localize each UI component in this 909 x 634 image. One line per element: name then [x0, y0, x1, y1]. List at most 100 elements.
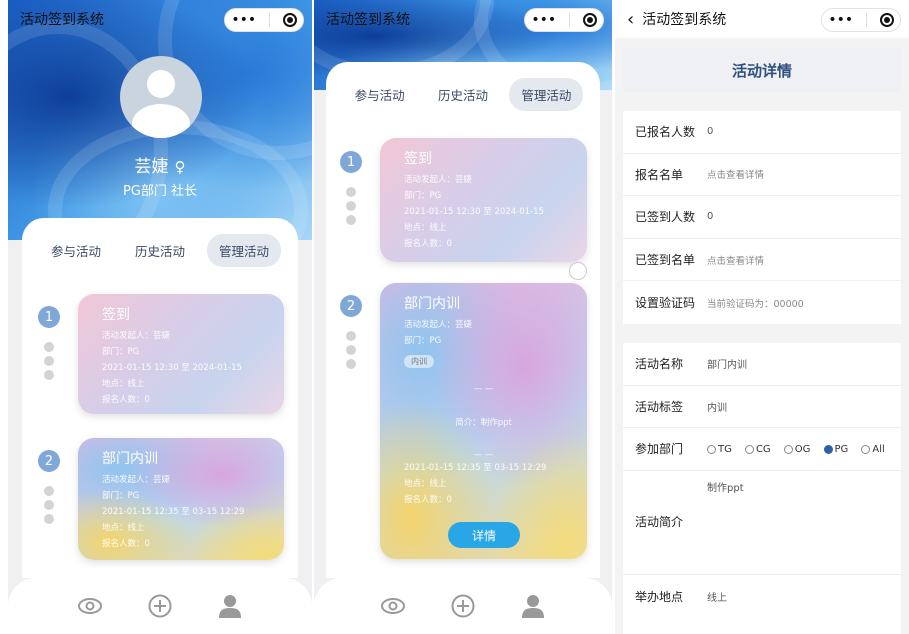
info-row: 活动名称 部门内训 [623, 343, 901, 386]
stat-label: 报名名单 [635, 167, 684, 182]
activity-intro-field[interactable]: 制作ppt [707, 479, 744, 494]
bottom-nav [314, 578, 612, 634]
activity-dept: 部门：PG [404, 191, 442, 201]
close-circle-icon[interactable] [282, 13, 297, 27]
tab-history[interactable]: 历史活动 [426, 78, 500, 111]
female-icon: ♀ [174, 158, 186, 176]
activity-card[interactable]: 部门内训 活动发起人：芸婕 部门：PG 2021-01-15 12:35 至 0… [78, 438, 284, 560]
manage-screen: 活动签到系统 ••• 参与活动 历史活动 管理活动 1 签到 活动发起人：芸婕 … [314, 0, 612, 634]
activity-count: 报名人数：0 [404, 239, 452, 249]
mini-program-capsule[interactable]: ••• [821, 8, 901, 32]
activity-panel: 参与活动 历史活动 管理活动 1 签到 活动发起人：芸婕 部门：PG 2021-… [326, 62, 600, 578]
info-row: 活动简介 制作ppt [623, 471, 901, 575]
stat-row[interactable]: 设置验证码 当前验证码为：00000 [623, 281, 901, 324]
activity-card[interactable]: 签到 活动发起人：芸婕 部门：PG 2021-01-15 12:30 至 202… [380, 138, 587, 262]
tab-participate[interactable]: 参与活动 [39, 234, 113, 267]
activity-title: 部门内训 [404, 296, 460, 312]
tab-participate[interactable]: 参与活动 [343, 78, 417, 111]
more-icon[interactable]: ••• [231, 12, 256, 28]
activity-title: 签到 [102, 307, 130, 323]
location-label: 举办地点 [635, 589, 684, 604]
close-circle-icon[interactable] [879, 13, 894, 27]
divider: — — [473, 450, 494, 460]
activity-card[interactable]: 签到 活动发起人：芸婕 部门：PG 2021-01-15 12:30 至 202… [78, 294, 284, 414]
view-details-link[interactable]: 点击查看详情 [707, 253, 764, 267]
activity-time: 2021-01-15 12:35 至 03-15 12:29 [102, 507, 245, 517]
mini-program-capsule[interactable]: ••• [224, 8, 304, 32]
activity-location: 地点：线上 [102, 379, 145, 389]
stat-label: 设置验证码 [635, 296, 696, 311]
name-label: 活动名称 [635, 357, 684, 372]
stat-row[interactable]: 已签到名单 点击查看详情 [623, 239, 901, 282]
detail-screen: ‹ 活动签到系统 ••• 活动详情 已报名人数 0 报名名单 点击查看详情 已签… [615, 0, 909, 634]
select-circle[interactable] [569, 262, 587, 280]
info-row: 活动标签 内训 [623, 386, 901, 429]
more-icon[interactable]: ••• [531, 12, 556, 28]
mini-program-capsule[interactable]: ••• [524, 8, 604, 32]
activity-initiator: 活动发起人：芸婕 [404, 320, 473, 330]
user-role: PG部门 社长 [122, 184, 198, 199]
view-details-link[interactable]: 点击查看详情 [707, 167, 764, 181]
activity-location-field[interactable]: 线上 [707, 589, 727, 604]
eye-icon[interactable] [380, 593, 406, 619]
user-name: 芸婕 ♀ [134, 157, 186, 177]
timeline-dots [44, 342, 54, 384]
stat-row[interactable]: 报名名单 点击查看详情 [623, 154, 901, 197]
more-icon[interactable]: ••• [828, 12, 853, 28]
activity-initiator: 活动发起人：芸婕 [102, 331, 171, 341]
activity-time: 2021-01-15 12:35 至 03-15 12:29 [404, 463, 547, 473]
stat-value: 0 [707, 211, 714, 223]
timeline-dots [346, 187, 356, 229]
info-row: 举办地点 线上 [623, 575, 901, 618]
plus-circle-icon[interactable] [450, 593, 476, 619]
activity-count: 报名人数：0 [102, 395, 150, 405]
activity-location: 地点：线上 [404, 479, 447, 489]
activity-index-badge: 1 [340, 151, 362, 173]
verification-code[interactable]: 当前验证码为：00000 [707, 296, 804, 310]
page-title: 活动详情 [623, 48, 901, 92]
activity-count: 报名人数：0 [102, 539, 150, 549]
activity-tag-field[interactable]: 内训 [707, 399, 727, 414]
close-circle-icon[interactable] [582, 13, 597, 27]
activity-intro: 简介：制作ppt [455, 418, 512, 428]
activity-location: 地点：线上 [102, 523, 145, 533]
radio-pg[interactable]: PG [823, 444, 848, 455]
dept-radio-group: TG CG OG PG All [707, 439, 893, 458]
stat-value: 0 [707, 126, 714, 138]
activity-location: 地点：线上 [404, 223, 447, 233]
radio-tg[interactable]: TG [707, 444, 732, 455]
tab-manage[interactable]: 管理活动 [206, 234, 281, 267]
tab-manage[interactable]: 管理活动 [509, 78, 584, 111]
app-title: 活动签到系统 [642, 12, 727, 28]
detail-button[interactable]: 详情 [448, 522, 520, 548]
activity-card-expanded[interactable]: 部门内训 活动发起人：芸婕 部门：PG 内训 — — 简介：制作ppt — — … [380, 283, 587, 559]
back-arrow-icon[interactable]: ‹ [627, 9, 634, 30]
eye-icon[interactable] [77, 593, 103, 619]
divider: — — [473, 384, 494, 394]
activity-initiator: 活动发起人：芸婕 [404, 175, 473, 185]
activity-title: 签到 [404, 151, 432, 167]
timeline-dots [346, 331, 356, 373]
radio-cg[interactable]: CG [744, 444, 771, 455]
plus-circle-icon[interactable] [147, 593, 173, 619]
avatar[interactable] [120, 56, 202, 138]
stat-row: 已报名人数 0 [623, 111, 901, 154]
tab-history[interactable]: 历史活动 [123, 234, 197, 267]
intro-label: 活动简介 [635, 514, 684, 529]
dept-label: 参加部门 [635, 442, 684, 457]
user-icon[interactable] [520, 593, 546, 619]
radio-og[interactable]: OG [783, 444, 810, 455]
activity-index-badge: 2 [340, 295, 362, 317]
activity-name-field[interactable]: 部门内训 [707, 356, 747, 371]
activity-dept: 部门：PG [404, 336, 442, 346]
activity-dept: 部门：PG [102, 491, 140, 501]
radio-all[interactable]: All [861, 444, 885, 455]
activity-panel: 参与活动 历史活动 管理活动 1 签到 活动发起人：芸婕 部门：PG 2021-… [22, 218, 298, 578]
info-group: 活动名称 部门内训 活动标签 内训 参加部门 TG CG OG PG All 活… [623, 343, 901, 634]
info-row: 参加部门 TG CG OG PG All [623, 428, 901, 471]
user-icon[interactable] [217, 593, 243, 619]
activity-index-badge: 2 [38, 450, 60, 472]
app-title: 活动签到系统 [326, 12, 410, 28]
app-title: 活动签到系统 [20, 12, 104, 28]
stats-group: 已报名人数 0 报名名单 点击查看详情 已签到人数 0 已签到名单 点击查看详情… [623, 111, 901, 324]
